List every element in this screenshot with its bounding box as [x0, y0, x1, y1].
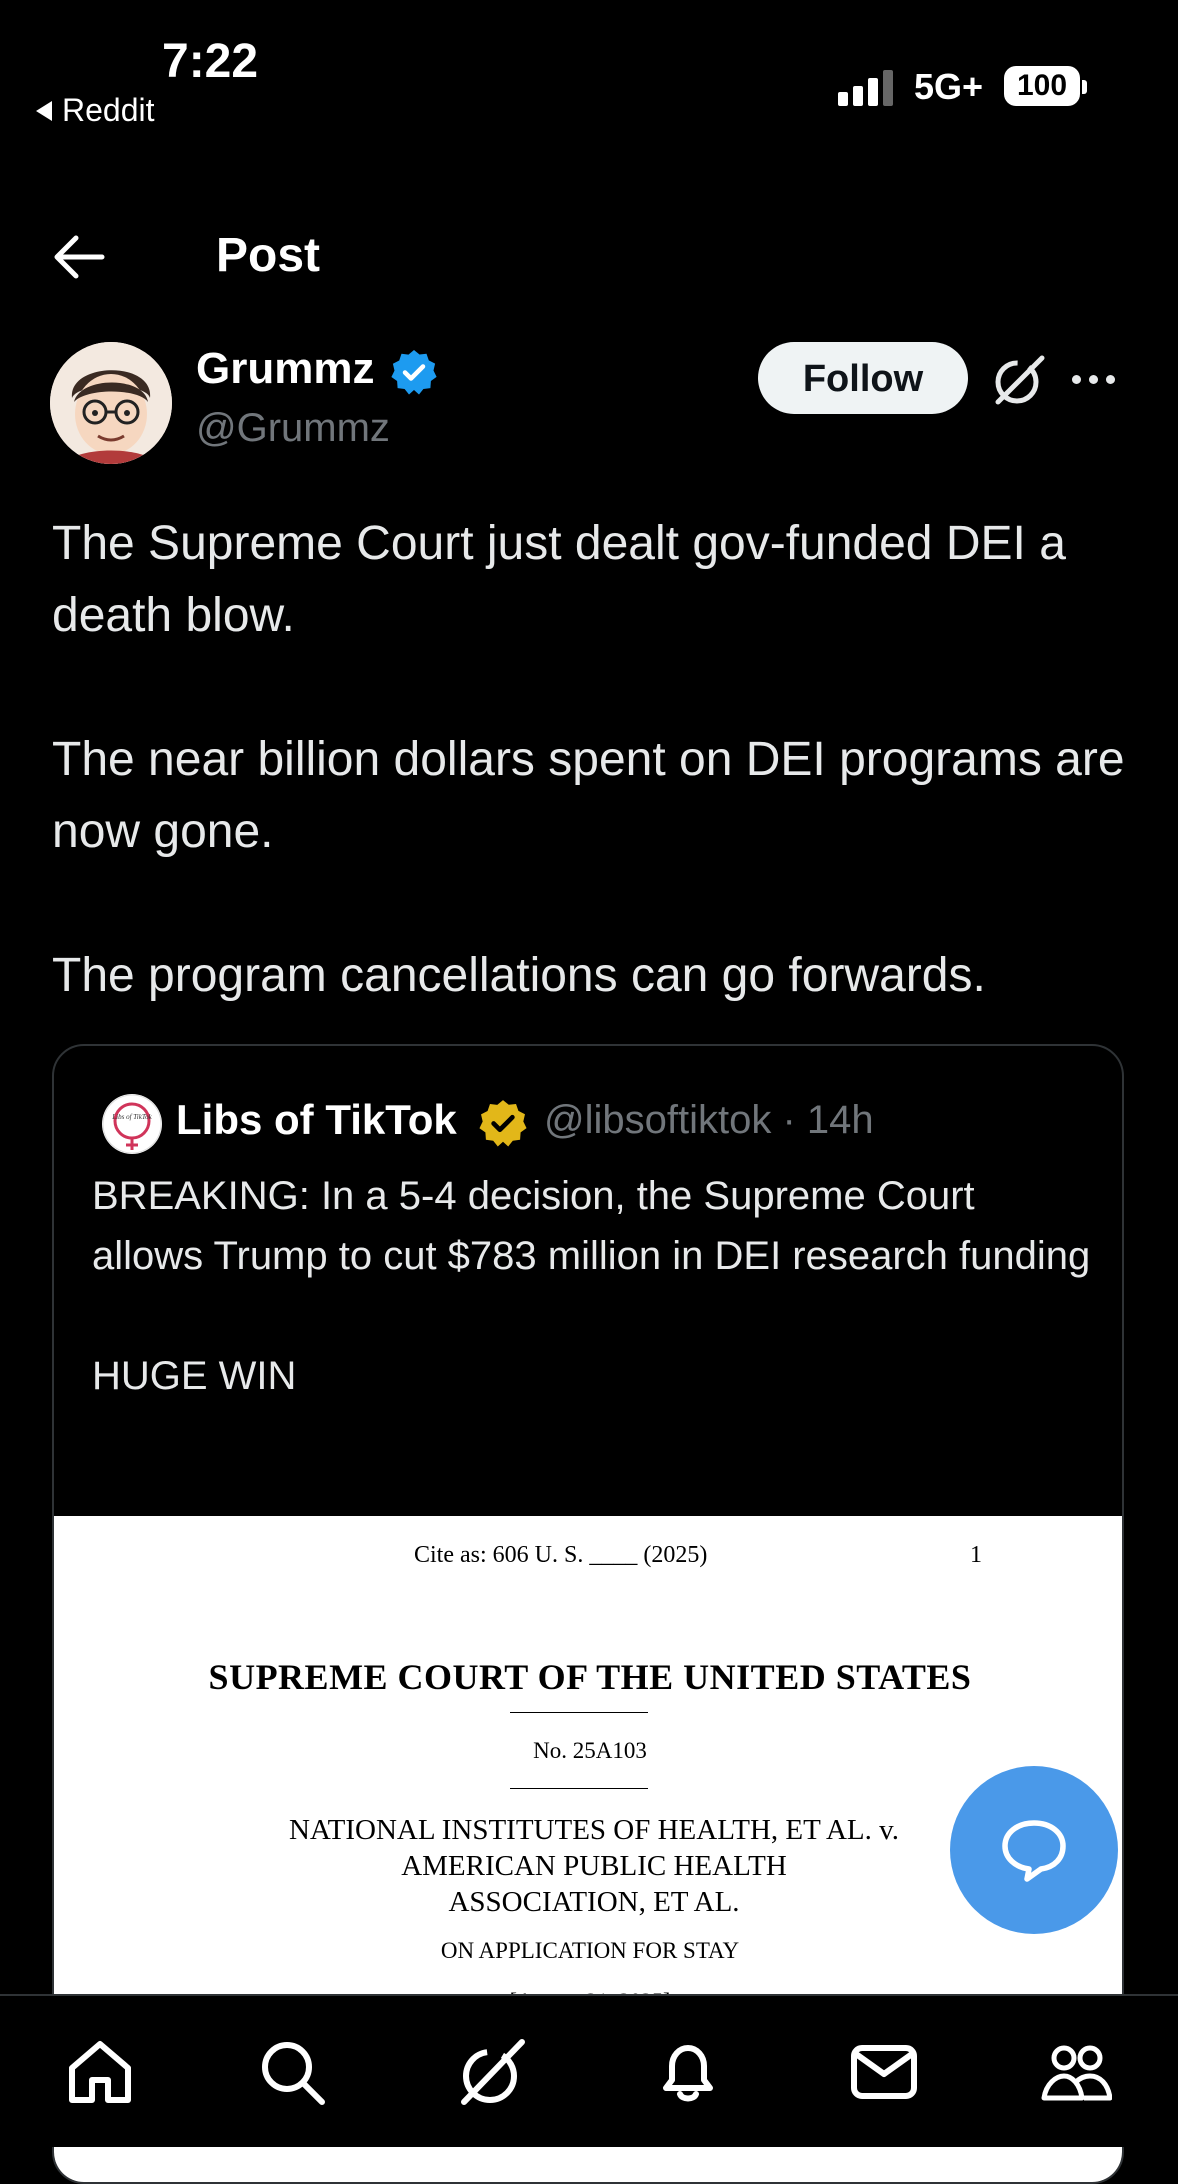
doc-parties: NATIONAL INSTITUTES OF HEALTH, ET AL. v.… — [214, 1812, 974, 1920]
chat-bubble-icon[interactable] — [950, 1766, 1118, 1934]
doc-divider — [510, 1712, 648, 1713]
messages-icon[interactable] — [848, 2036, 920, 2108]
verified-badge-icon — [390, 348, 438, 396]
notifications-icon[interactable] — [652, 2036, 724, 2108]
doc-case-number: No. 25A103 — [533, 1738, 647, 1763]
post-body: The Supreme Court just dealt gov-funded … — [52, 508, 1132, 1012]
quoted-paragraph: BREAKING: In a 5-4 decision, the Supreme… — [92, 1174, 1091, 1278]
quoted-post-body: BREAKING: In a 5-4 decision, the Supreme… — [92, 1166, 1092, 1406]
verified-gold-badge-icon — [478, 1098, 528, 1148]
network-type: 5G+ — [914, 66, 984, 107]
doc-parties-line: NATIONAL INSTITUTES OF HEALTH, ET AL. v. — [288, 1814, 900, 1846]
status-time: 7:22 — [162, 35, 259, 88]
quoted-author-name[interactable]: Libs of TikTok — [176, 1096, 457, 1144]
back-arrow-icon[interactable] — [52, 234, 106, 280]
doc-divider — [510, 1788, 648, 1789]
doc-page-number: 1 — [970, 1542, 982, 1568]
author-name[interactable]: Grummz — [196, 344, 374, 394]
author-avatar[interactable] — [50, 342, 172, 464]
doc-parties-line: AMERICAN PUBLIC HEALTH — [401, 1850, 787, 1882]
doc-parties-line: ASSOCIATION, ET AL. — [448, 1886, 740, 1918]
communities-icon[interactable] — [1040, 2036, 1113, 2108]
back-app-label: Reddit — [62, 92, 155, 128]
post-paragraph: The Supreme Court just dealt gov-funded … — [52, 517, 1066, 642]
post-paragraph: The program cancellations can go forward… — [52, 949, 986, 1002]
search-icon[interactable] — [256, 2036, 328, 2108]
cellular-signal-icon — [838, 68, 893, 106]
post-paragraph: The near billion dollars spent on DEI pr… — [52, 733, 1125, 858]
quoted-paragraph: HUGE WIN — [92, 1354, 297, 1398]
doc-court-title: SUPREME COURT OF THE UNITED STATES — [208, 1657, 972, 1697]
grok-icon[interactable] — [990, 352, 1046, 408]
doc-cite: Cite as: 606 U. S. ____ (2025) — [414, 1542, 708, 1568]
bottom-tab-bar — [0, 1994, 1178, 2147]
quoted-avatar-text: Libs of TikTok — [111, 1113, 152, 1121]
more-options-icon[interactable] — [1072, 364, 1124, 394]
follow-button[interactable]: Follow — [758, 342, 968, 414]
page-title: Post — [216, 229, 321, 282]
quoted-author-handle-time[interactable]: @libsoftiktok · 14h — [544, 1098, 874, 1143]
doc-application: ON APPLICATION FOR STAY — [440, 1938, 740, 1963]
battery-icon: 100 — [1004, 66, 1080, 106]
home-icon[interactable] — [64, 2036, 136, 2108]
author-handle[interactable]: @Grummz — [196, 406, 390, 451]
quoted-author-avatar: Libs of TikTok — [102, 1094, 162, 1154]
grok-icon[interactable] — [456, 2036, 528, 2108]
back-triangle-icon — [36, 100, 52, 121]
back-to-app-link[interactable]: Reddit — [36, 92, 155, 129]
battery-tip — [1082, 80, 1087, 94]
